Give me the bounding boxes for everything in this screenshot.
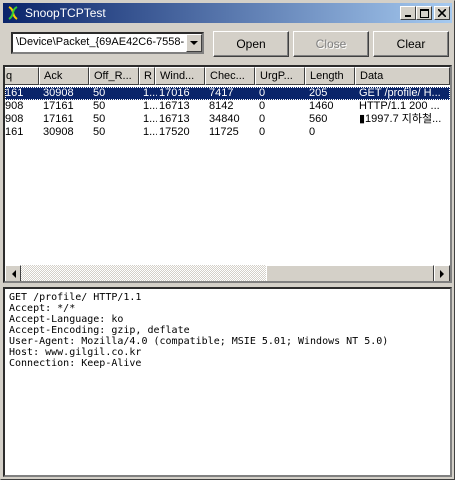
detail-line: Accept-Encoding: gzip, deflate	[9, 325, 190, 336]
detail-line: GET /profile/ HTTP/1.1	[9, 292, 142, 303]
cell-r: 1...	[143, 126, 157, 138]
cell-urgent: 0	[259, 113, 266, 125]
cell-length: 560	[309, 113, 328, 125]
close-icon	[438, 9, 446, 17]
table-row[interactable]: 908 17161 50 1... 16713 34840 0 560 ▮199…	[5, 113, 450, 126]
scroll-right-button[interactable]	[434, 265, 450, 281]
cell-data: GET /profile/ H...	[359, 87, 441, 99]
title-bar[interactable]: SnoopTCPTest	[3, 3, 452, 23]
close-button-label: Close	[315, 37, 347, 51]
column-header-length[interactable]: Length	[305, 67, 355, 85]
cell-ack: 17161	[43, 113, 74, 125]
detail-line: Accept-Language: ko	[9, 314, 124, 325]
cell-length: 1460	[309, 100, 334, 112]
cell-length: 0	[309, 126, 316, 138]
cell-checksum: 8142	[209, 100, 234, 112]
cell-window: 16713	[159, 113, 190, 125]
detail-line: Host: www.gilgil.co.kr	[9, 347, 142, 358]
clear-button[interactable]: Clear	[373, 31, 449, 57]
clear-button-label: Clear	[396, 37, 426, 51]
detail-line: Connection: Keep-Alive	[9, 358, 142, 369]
cell-seq: 908	[5, 100, 24, 112]
column-header-data[interactable]: Data	[355, 67, 450, 85]
cell-ack: 17161	[43, 100, 74, 112]
cell-r: 1...	[143, 113, 157, 125]
cell-seq: 161	[5, 126, 24, 138]
window-title: SnoopTCPTest	[25, 6, 106, 20]
packet-detail-text[interactable]: GET /profile/ HTTP/1.1 Accept: */* Accep…	[3, 287, 452, 477]
chevron-down-icon	[190, 40, 198, 45]
cell-urgent: 0	[259, 87, 266, 99]
cell-ack: 30908	[43, 126, 74, 138]
cell-length: 205	[309, 87, 328, 99]
detail-line: Accept: */*	[9, 303, 76, 314]
scroll-track[interactable]	[21, 265, 434, 281]
close-button[interactable]: Close	[293, 31, 369, 57]
cell-data: HTTP/1.1 200 ...	[359, 100, 440, 112]
cell-data: ▮1997.7 지하철...	[359, 113, 442, 125]
cell-offset: 50	[93, 100, 106, 112]
cell-ack: 30908	[43, 87, 74, 99]
maximize-icon	[419, 8, 429, 18]
minimize-button[interactable]	[400, 6, 416, 20]
table-row[interactable]: 161 30908 50 1... 17520 11725 0 0	[5, 126, 450, 139]
table-row[interactable]: 161 30908 50 1... 17016 7417 0 205 GET /…	[5, 87, 450, 100]
table-row[interactable]: 908 17161 50 1... 16713 8142 0 1460 HTTP…	[5, 100, 450, 113]
open-button[interactable]: Open	[213, 31, 289, 57]
column-header-window[interactable]: Wind...	[155, 67, 205, 85]
cell-r: 1...	[143, 87, 157, 99]
adapter-select-value: \Device\Packet_{69AE42C6-7558-	[16, 36, 185, 48]
column-header-r[interactable]: R	[139, 67, 155, 85]
dna-app-icon	[8, 6, 18, 20]
column-header-ack[interactable]: Ack	[39, 67, 89, 85]
cell-offset: 50	[93, 113, 106, 125]
close-window-button[interactable]	[434, 6, 450, 20]
cell-checksum: 11725	[209, 126, 239, 138]
scroll-left-button[interactable]	[5, 265, 21, 281]
cell-checksum: 34840	[209, 113, 240, 125]
cell-window: 16713	[159, 100, 190, 112]
cell-urgent: 0	[259, 100, 266, 112]
cell-urgent: 0	[259, 126, 266, 138]
column-header-row: q Ack Off_R... R Wind... Chec... UrgP...…	[5, 67, 450, 85]
column-header-offset[interactable]: Off_R...	[89, 67, 139, 85]
arrow-right-icon	[439, 269, 444, 278]
cell-seq: 908	[5, 113, 24, 125]
column-header-checksum[interactable]: Chec...	[205, 67, 255, 85]
cell-r: 1...	[143, 100, 157, 112]
adapter-select[interactable]: \Device\Packet_{69AE42C6-7558-	[11, 32, 204, 54]
cell-offset: 50	[93, 87, 106, 99]
cell-offset: 50	[93, 126, 106, 138]
horizontal-scrollbar[interactable]	[5, 265, 450, 281]
dropdown-button[interactable]	[186, 34, 202, 52]
detail-line: User-Agent: Mozilla/4.0 (compatible; MSI…	[9, 336, 389, 347]
cell-window: 17016	[159, 87, 190, 99]
arrow-left-icon	[11, 269, 16, 278]
scroll-thumb[interactable]	[266, 265, 434, 281]
main-window: SnoopTCPTest \Device\Packet_{69AE42C6-75…	[0, 0, 455, 480]
cell-window: 17520	[159, 126, 190, 138]
packet-list[interactable]: q Ack Off_R... R Wind... Chec... UrgP...…	[3, 65, 452, 283]
column-header-seq[interactable]: q	[5, 67, 39, 85]
open-button-label: Open	[236, 37, 266, 51]
maximize-button[interactable]	[416, 6, 432, 20]
cell-seq: 161	[5, 87, 24, 99]
cell-checksum: 7417	[209, 87, 234, 99]
minimize-icon	[405, 15, 411, 17]
column-header-urgent[interactable]: UrgP...	[255, 67, 305, 85]
